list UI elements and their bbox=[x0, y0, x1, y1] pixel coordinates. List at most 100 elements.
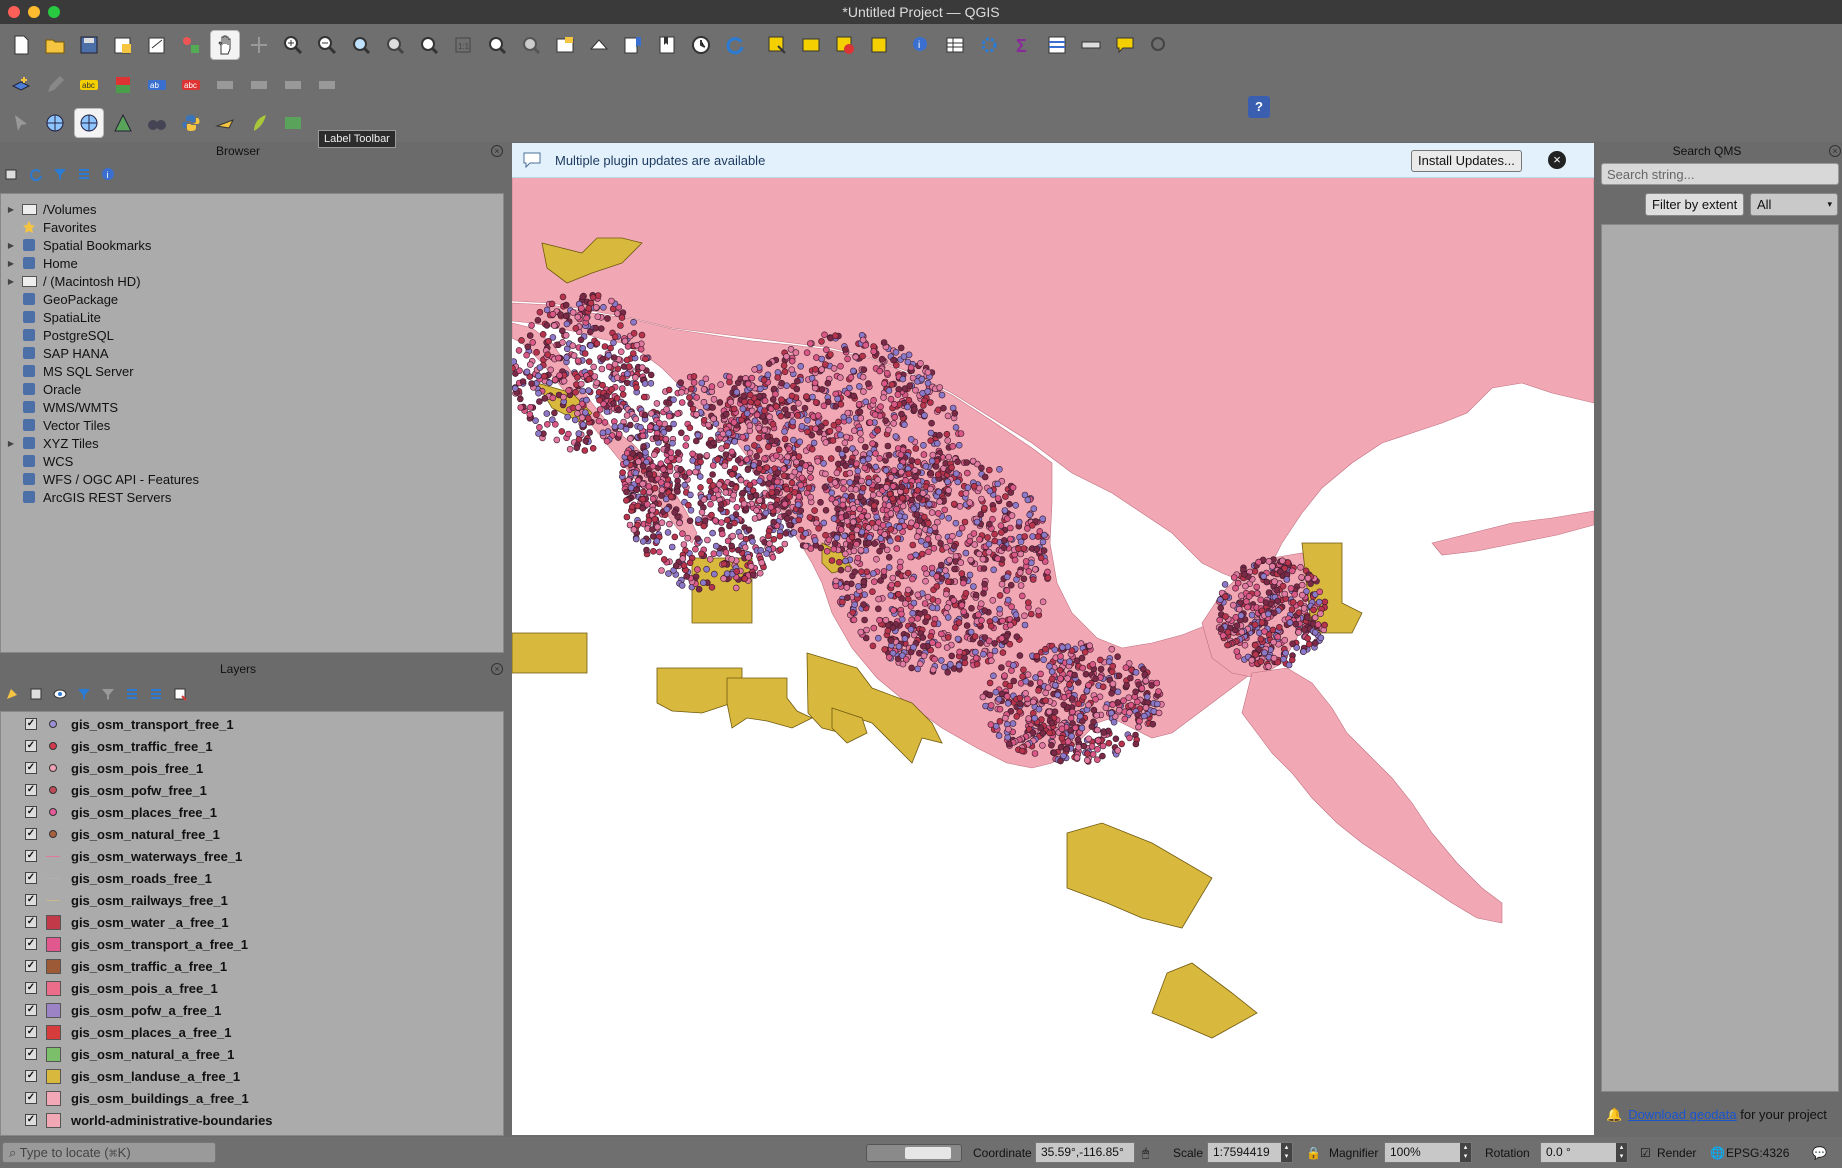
filter-by-extent-button[interactable]: Filter by extent bbox=[1645, 193, 1745, 216]
browser-item[interactable]: ▶ XYZ Tiles bbox=[1, 434, 99, 452]
layer-visibility-checkbox[interactable]: ✓ bbox=[25, 1114, 37, 1126]
show-bookmarks-button[interactable] bbox=[652, 30, 682, 60]
layer-visibility-checkbox[interactable]: ✓ bbox=[25, 740, 37, 752]
layer-row[interactable]: ✓ gis_osm_places_a_free_1 bbox=[1, 1022, 231, 1042]
layer-row[interactable]: ✓ gis_osm_transport_free_1 bbox=[1, 714, 234, 734]
map-canvas[interactable] bbox=[512, 143, 1594, 1135]
layer-row[interactable]: ✓ gis_osm_buildings_a_free_1 bbox=[1, 1088, 249, 1108]
layer-row[interactable]: ✓ gis_osm_natural_a_free_1 bbox=[1, 1044, 234, 1064]
layer-row[interactable]: ✓ gis_osm_pois_free_1 bbox=[1, 758, 203, 778]
layer-visibility-checkbox[interactable]: ✓ bbox=[25, 894, 37, 906]
download-geodata-link[interactable]: Download geodata bbox=[1628, 1107, 1736, 1122]
extents-toggle-icon[interactable]: 🖱 bbox=[1142, 1146, 1149, 1161]
layout-manager-button[interactable] bbox=[142, 30, 172, 60]
rotation-spin-icon[interactable]: ▴ ▾ bbox=[1616, 1143, 1627, 1162]
save-project-button[interactable] bbox=[74, 30, 104, 60]
identify-tool-button[interactable] bbox=[6, 108, 36, 138]
layer-row[interactable]: ✓ gis_osm_pofw_a_free_1 bbox=[1, 1000, 221, 1020]
browser-item[interactable]: SAP HANA bbox=[1, 344, 109, 362]
layer-visibility-checkbox[interactable]: ✓ bbox=[25, 828, 37, 840]
info-icon[interactable]: i bbox=[100, 166, 116, 182]
select-by-value-button[interactable] bbox=[796, 30, 826, 60]
lock-icon[interactable]: 🔒 bbox=[1306, 1146, 1321, 1160]
identify-features-button[interactable]: i bbox=[906, 30, 936, 60]
new-project-button[interactable] bbox=[6, 30, 36, 60]
layer-row[interactable]: ✓ gis_osm_places_free_1 bbox=[1, 802, 217, 822]
zoom-settings-button[interactable] bbox=[1144, 30, 1174, 60]
pin-labels-button[interactable]: ab bbox=[142, 70, 172, 100]
new-layer-button[interactable] bbox=[6, 70, 36, 100]
qms-search-input[interactable]: Search string... bbox=[1601, 163, 1839, 185]
layers-close-button[interactable]: × bbox=[491, 663, 503, 675]
pan-map-button[interactable] bbox=[210, 30, 240, 60]
style-manager-button[interactable] bbox=[176, 30, 206, 60]
qms-type-select[interactable]: All ▾ bbox=[1750, 193, 1838, 216]
layer-visibility-checkbox[interactable]: ✓ bbox=[25, 1026, 37, 1038]
expand-arrow-icon[interactable]: ▶ bbox=[1, 205, 21, 214]
layer-row[interactable]: ✓ gis_osm_transport_a_free_1 bbox=[1, 934, 248, 954]
layer-row[interactable]: ✓ world-administrative-boundaries bbox=[1, 1110, 273, 1130]
layer-row[interactable]: ✓ gis_osm_landuse_a_free_1 bbox=[1, 1066, 240, 1086]
scale-dropdown-icon[interactable]: ▴ ▾ bbox=[1281, 1143, 1292, 1162]
zoom-native-button[interactable]: 1:1 bbox=[448, 30, 478, 60]
zoom-to-selection-button[interactable] bbox=[380, 30, 410, 60]
install-updates-button[interactable]: Install Updates... bbox=[1411, 150, 1522, 172]
zoom-full-button[interactable] bbox=[346, 30, 376, 60]
label-tool-button[interactable]: abc bbox=[74, 70, 104, 100]
magnifier-spin-icon[interactable]: ▴ ▾ bbox=[1460, 1143, 1471, 1162]
layer-visibility-checkbox[interactable]: ✓ bbox=[25, 960, 37, 972]
layer-row[interactable]: ✓ gis_osm_railways_free_1 bbox=[1, 890, 228, 910]
new-print-layout-button[interactable] bbox=[108, 30, 138, 60]
rotate-label-button[interactable] bbox=[244, 70, 274, 100]
layer-visibility-checkbox[interactable]: ✓ bbox=[25, 1092, 37, 1104]
zoom-next-button[interactable] bbox=[516, 30, 546, 60]
scale-field[interactable]: 1:7594419 ▴ ▾ bbox=[1207, 1142, 1293, 1163]
deselect-button[interactable] bbox=[830, 30, 860, 60]
leaf-tool-button[interactable] bbox=[244, 108, 274, 138]
browser-item[interactable]: ▶/Volumes bbox=[1, 200, 97, 218]
layer-visibility-checkbox[interactable]: ✓ bbox=[25, 938, 37, 950]
pan-to-selection-button[interactable] bbox=[244, 30, 274, 60]
browser-item[interactable]: ArcGIS REST Servers bbox=[1, 488, 171, 506]
statistics-button[interactable]: Σ bbox=[1008, 30, 1038, 60]
remove-layer-icon[interactable] bbox=[172, 686, 188, 702]
layer-visibility-checkbox[interactable]: ✓ bbox=[25, 982, 37, 994]
georeferencer-button[interactable] bbox=[40, 108, 70, 138]
layer-visibility-checkbox[interactable]: ✓ bbox=[25, 806, 37, 818]
temporal-controller-button[interactable] bbox=[686, 30, 716, 60]
browser-item[interactable]: SpatiaLite bbox=[1, 308, 101, 326]
refresh-icon[interactable] bbox=[28, 166, 44, 182]
metasearch-button[interactable] bbox=[142, 108, 172, 138]
style-panel-icon[interactable] bbox=[4, 686, 20, 702]
filter-legend-icon[interactable] bbox=[76, 686, 92, 702]
expand-all-icon[interactable] bbox=[124, 686, 140, 702]
measure-button[interactable] bbox=[1076, 30, 1106, 60]
layer-row[interactable]: ✓ gis_osm_water _a_free_1 bbox=[1, 912, 229, 932]
zoom-to-layer-button[interactable] bbox=[414, 30, 444, 60]
browser-item[interactable]: Vector Tiles bbox=[1, 416, 110, 434]
map-tips-button[interactable] bbox=[1110, 30, 1140, 60]
magnifier-field[interactable]: 100% ▴ ▾ bbox=[1384, 1142, 1472, 1163]
expand-arrow-icon[interactable]: ▶ bbox=[1, 439, 21, 448]
change-label-button[interactable] bbox=[278, 70, 308, 100]
attribute-table-button[interactable] bbox=[940, 30, 970, 60]
browser-item[interactable]: MS SQL Server bbox=[1, 362, 134, 380]
layer-visibility-checkbox[interactable]: ✓ bbox=[25, 1048, 37, 1060]
layer-row[interactable]: ✓ gis_osm_pofw_free_1 bbox=[1, 780, 207, 800]
select-location-button[interactable] bbox=[864, 30, 894, 60]
processing-toolbox-button[interactable] bbox=[974, 30, 1004, 60]
filter-icon[interactable] bbox=[52, 166, 68, 182]
browser-item[interactable]: ▶ Spatial Bookmarks bbox=[1, 236, 151, 254]
add-group-icon[interactable] bbox=[28, 686, 44, 702]
new-map-view-button[interactable] bbox=[550, 30, 580, 60]
browser-item[interactable]: ▶ Home bbox=[1, 254, 78, 272]
zoom-last-button[interactable] bbox=[482, 30, 512, 60]
open-table-button[interactable] bbox=[1042, 30, 1072, 60]
layer-visibility-checkbox[interactable]: ✓ bbox=[25, 762, 37, 774]
browser-item[interactable]: WCS bbox=[1, 452, 73, 470]
layer-row[interactable]: ✓ gis_osm_roads_free_1 bbox=[1, 868, 212, 888]
label-properties-button[interactable] bbox=[312, 70, 342, 100]
browser-item[interactable]: Oracle bbox=[1, 380, 81, 398]
identify-select-button[interactable] bbox=[762, 30, 792, 60]
layer-row[interactable]: ✓ gis_osm_traffic_free_1 bbox=[1, 736, 213, 756]
